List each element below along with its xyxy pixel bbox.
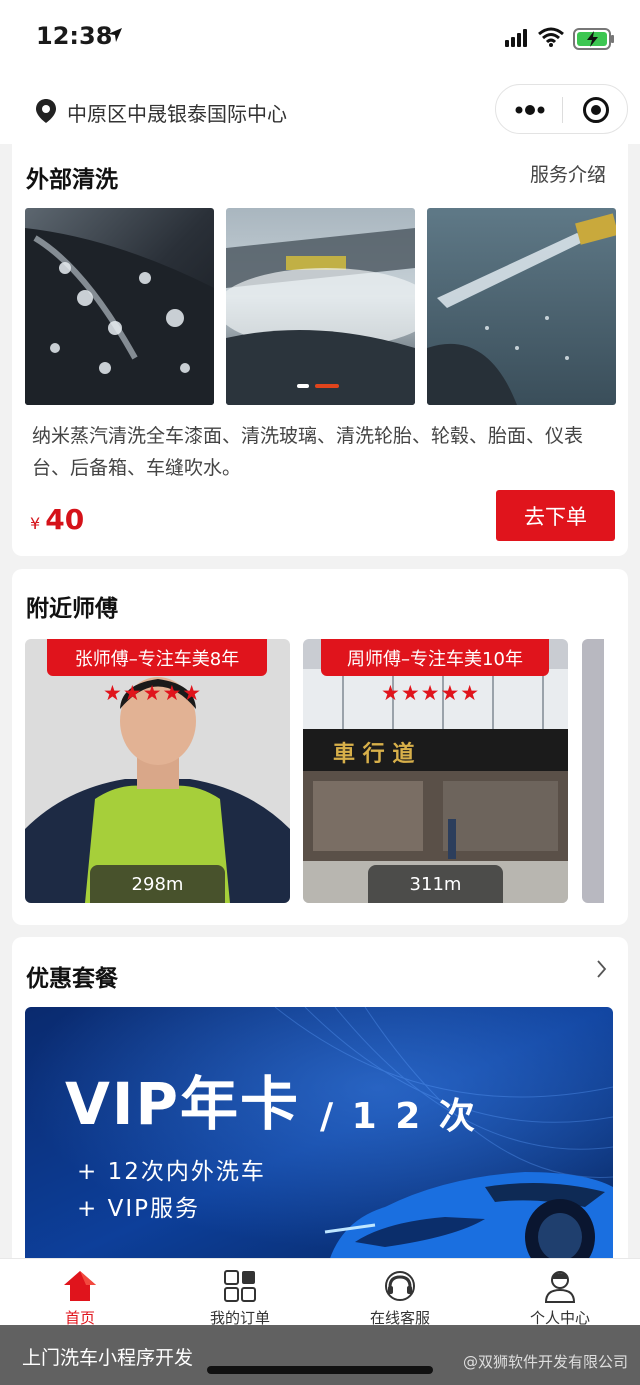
tab-my-orders[interactable]: 我的订单 <box>160 1259 320 1329</box>
currency-symbol: ¥ <box>30 514 41 533</box>
nearby-masters-card: 附近师傅 张师傅–专注车美8年 ★★★★★ 298m 車 行 道 周师傅–专注车… <box>12 569 628 925</box>
exterior-wash-title: 外部清洗 <box>26 167 118 193</box>
tab-online-service[interactable]: 在线客服 <box>320 1259 480 1329</box>
exterior-wash-card: 外部清洗 服务介绍 纳米蒸汽清洗全车漆面、清洗玻璃、清洗轮胎、轮毂、胎面、仪表台… <box>12 140 628 556</box>
carousel-indicator <box>297 384 339 388</box>
master-card-zhang[interactable]: 张师傅–专注车美8年 ★★★★★ 298m <box>25 639 290 903</box>
price: ¥ 40 <box>30 503 84 536</box>
location-pin-icon <box>36 99 56 123</box>
cellular-signal-icon <box>505 29 527 47</box>
vip-subtitle: / 1 2 次 <box>320 1096 478 1137</box>
vip-benefit-2: + VIP服务 <box>77 1196 200 1222</box>
vip-benefit-1: + 12次内外洗车 <box>77 1159 266 1185</box>
wifi-icon <box>538 27 564 47</box>
master-name: 周师傅–专注车美10年 <box>321 639 549 676</box>
vip-card-banner[interactable]: VIP年卡 / 1 2 次 + 12次内外洗车 + VIP服务 <box>25 1007 613 1277</box>
nearby-title: 附近师傅 <box>26 596 118 622</box>
nav-bar: 中原区中晟银泰国际中心 <box>0 78 640 144</box>
rating-stars: ★★★★★ <box>103 681 203 705</box>
vip-title: VIP年卡 <box>65 1070 300 1138</box>
home-icon <box>64 1271 96 1301</box>
capsule-divider <box>562 97 563 123</box>
packages-title: 优惠套餐 <box>26 966 118 992</box>
status-bar: 12:38 <box>0 0 640 78</box>
packages-card: 优惠套餐 VIP年卡 / 1 2 次 + 12次内外洗车 + VIP服务 <box>12 937 628 1277</box>
shop-sign-text: 車 行 道 <box>333 741 414 767</box>
location-selector[interactable]: 中原区中晟银泰国际中心 <box>67 98 287 127</box>
chevron-right-icon[interactable] <box>596 960 607 978</box>
orders-grid-icon <box>224 1270 256 1302</box>
tab-home[interactable]: 首页 <box>0 1259 160 1329</box>
price-value: 40 <box>45 503 85 536</box>
chevron-right-icon <box>596 165 605 181</box>
home-indicator[interactable] <box>207 1366 433 1374</box>
distance-badge: 298m <box>90 865 225 903</box>
location-arrow-icon <box>108 28 122 42</box>
battery-charging-icon <box>573 28 614 50</box>
wash-image-3[interactable] <box>427 208 616 405</box>
distance-badge: 311m <box>368 865 503 903</box>
tab-bar: 首页 我的订单 在线客服 个人中心 <box>0 1258 640 1328</box>
watermark-company: @双狮软件开发有限公司 <box>462 1353 628 1371</box>
master-card-peek[interactable] <box>582 639 604 903</box>
rating-stars: ★★★★★ <box>381 681 481 705</box>
master-card-zhou[interactable]: 車 行 道 周师傅–专注车美10年 ★★★★★ 311m <box>303 639 568 903</box>
miniprogram-capsule <box>495 84 628 134</box>
wash-image-1[interactable] <box>25 208 214 405</box>
tab-profile[interactable]: 个人中心 <box>480 1259 640 1329</box>
watermark-title: 上门洗车小程序开发 <box>22 1347 194 1369</box>
headset-icon <box>385 1271 415 1301</box>
order-button[interactable]: 去下单 <box>496 490 615 541</box>
wash-image-2[interactable] <box>226 208 415 405</box>
user-icon <box>544 1271 576 1303</box>
status-time: 12:38 <box>36 22 113 50</box>
master-name: 张师傅–专注车美8年 <box>47 639 267 676</box>
close-miniprogram-icon[interactable] <box>582 96 610 124</box>
watermark-overlay: 上门洗车小程序开发 @双狮软件开发有限公司 <box>0 1325 640 1385</box>
more-icon[interactable] <box>514 101 546 119</box>
service-description: 纳米蒸汽清洗全车漆面、清洗玻璃、清洗轮胎、轮毂、胎面、仪表台、后备箱、车缝吹水。 <box>32 425 584 479</box>
